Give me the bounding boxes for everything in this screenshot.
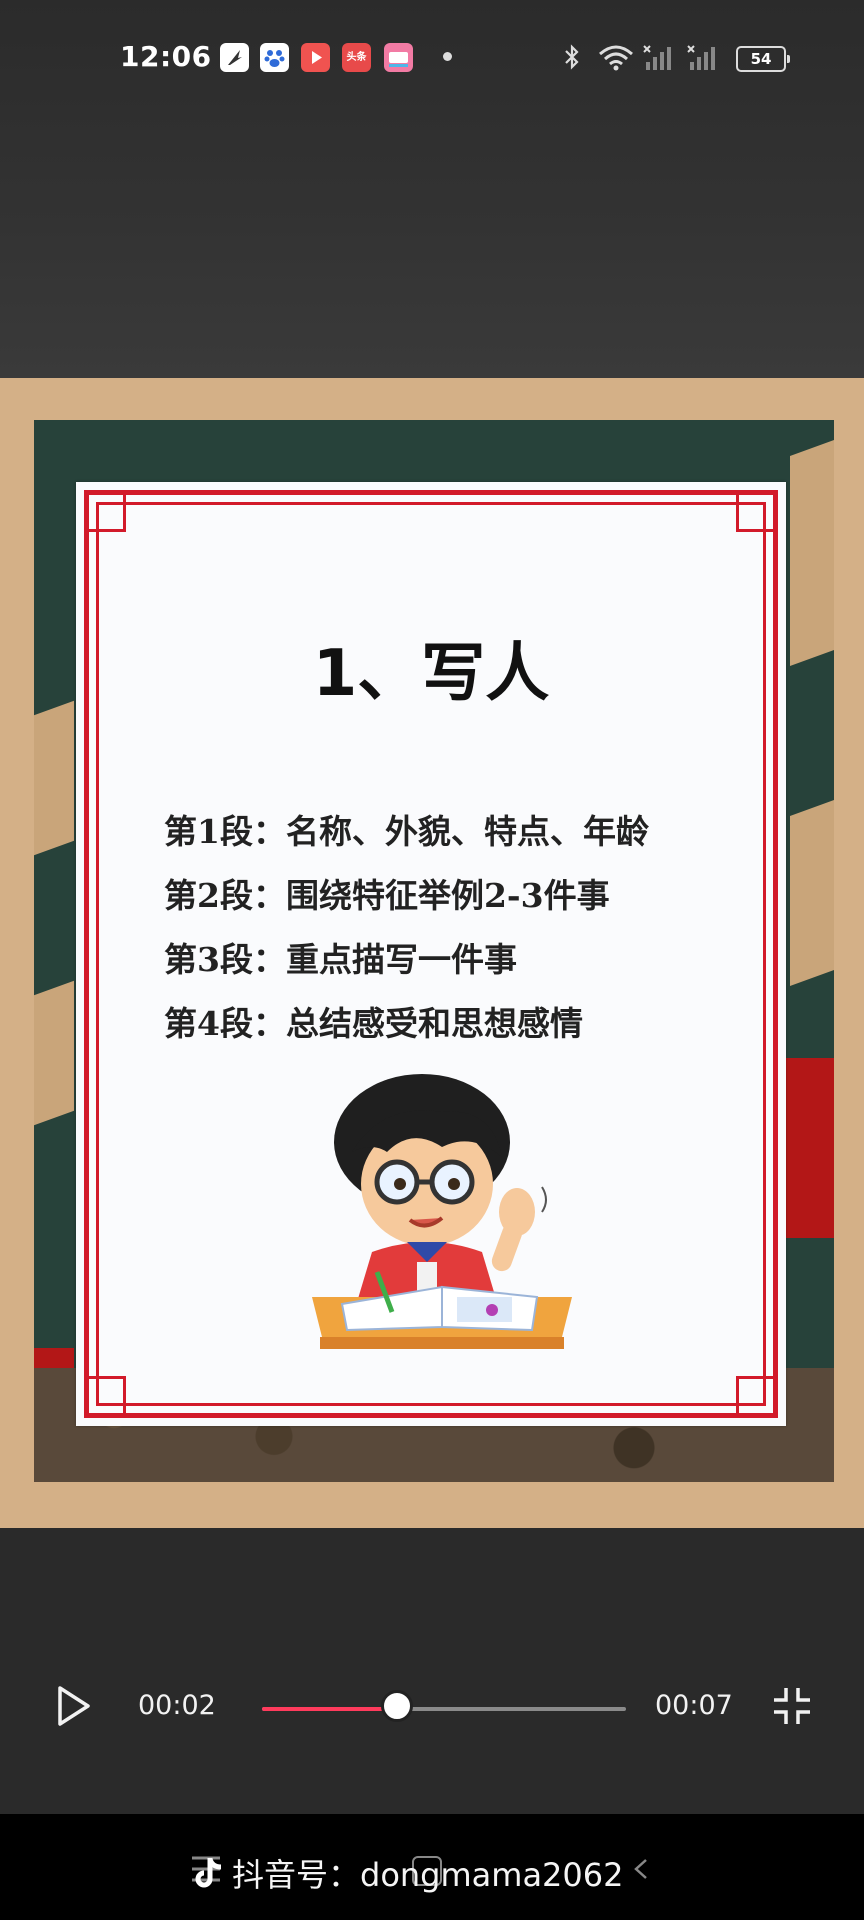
status-bar: 12:06 头条 54 — [0, 0, 864, 116]
watermark-text: 抖音号：dongmama2062 — [232, 1856, 624, 1894]
bottom-bar: 抖音号：dongmama2062 — [0, 1814, 864, 1920]
toutiao-app-icon: 头条 — [342, 43, 371, 72]
player-controls: 00:02 00:07 — [0, 1660, 864, 1750]
progress-fill — [262, 1707, 397, 1711]
video-frame[interactable]: 1、写人 第1段：名称、外貌、特点、年龄 第2段：围绕特征举例2-3件事 第3段… — [0, 378, 864, 1528]
card-title: 1、写人 — [312, 637, 550, 711]
baidu-app-icon — [260, 43, 289, 72]
douyin-watermark: 抖音号：dongmama2062 — [192, 1850, 624, 1896]
paragraph-list: 第1段：名称、外貌、特点、年龄 第2段：围绕特征举例2-3件事 第3段：重点描写… — [164, 800, 649, 1056]
paragraph-line: 第1段：名称、外貌、特点、年龄 — [164, 812, 649, 851]
more-notifications-dot — [443, 52, 452, 61]
card-corner-ornament — [736, 1376, 776, 1416]
frame-stripe — [790, 799, 834, 987]
progress-bar[interactable] — [262, 1690, 626, 1722]
status-time: 12:06 — [120, 40, 212, 73]
play-icon[interactable] — [54, 1684, 94, 1728]
battery-indicator: 54 — [736, 46, 790, 72]
frame-stripe — [34, 700, 74, 856]
studying-boy-illustration — [312, 1074, 572, 1349]
douyin-logo-icon — [195, 1858, 222, 1888]
card-corner-ornament — [86, 1376, 126, 1416]
iqiyi-app-icon — [384, 43, 413, 72]
content-card: 1、写人 第1段：名称、外貌、特点、年龄 第2段：围绕特征举例2-3件事 第3段… — [76, 482, 786, 1426]
progress-thumb[interactable] — [380, 1690, 413, 1722]
signal-sim2-icon — [687, 45, 715, 70]
current-time-label: 00:02 — [138, 1690, 216, 1721]
total-time-label: 00:07 — [655, 1690, 733, 1721]
signal-sim1-icon — [643, 45, 671, 70]
video-play-app-icon — [301, 43, 330, 72]
top-area: 12:06 头条 54 — [0, 0, 864, 378]
paragraph-line: 第3段：重点描写一件事 — [164, 940, 517, 979]
paragraph-line: 第4段：总结感受和思想感情 — [164, 1004, 583, 1043]
wifi-icon — [599, 45, 633, 71]
exit-fullscreen-icon[interactable] — [770, 1684, 814, 1728]
bluetooth-icon — [565, 44, 579, 70]
card-corner-ornament — [736, 492, 776, 532]
frame-stripe — [790, 439, 834, 667]
paragraph-line: 第2段：围绕特征举例2-3件事 — [164, 876, 610, 915]
frame-red-block — [786, 1058, 834, 1238]
feather-app-icon — [220, 43, 249, 72]
card-corner-ornament — [86, 492, 126, 532]
frame-stripe — [34, 980, 74, 1126]
back-icon[interactable] — [630, 1858, 652, 1880]
